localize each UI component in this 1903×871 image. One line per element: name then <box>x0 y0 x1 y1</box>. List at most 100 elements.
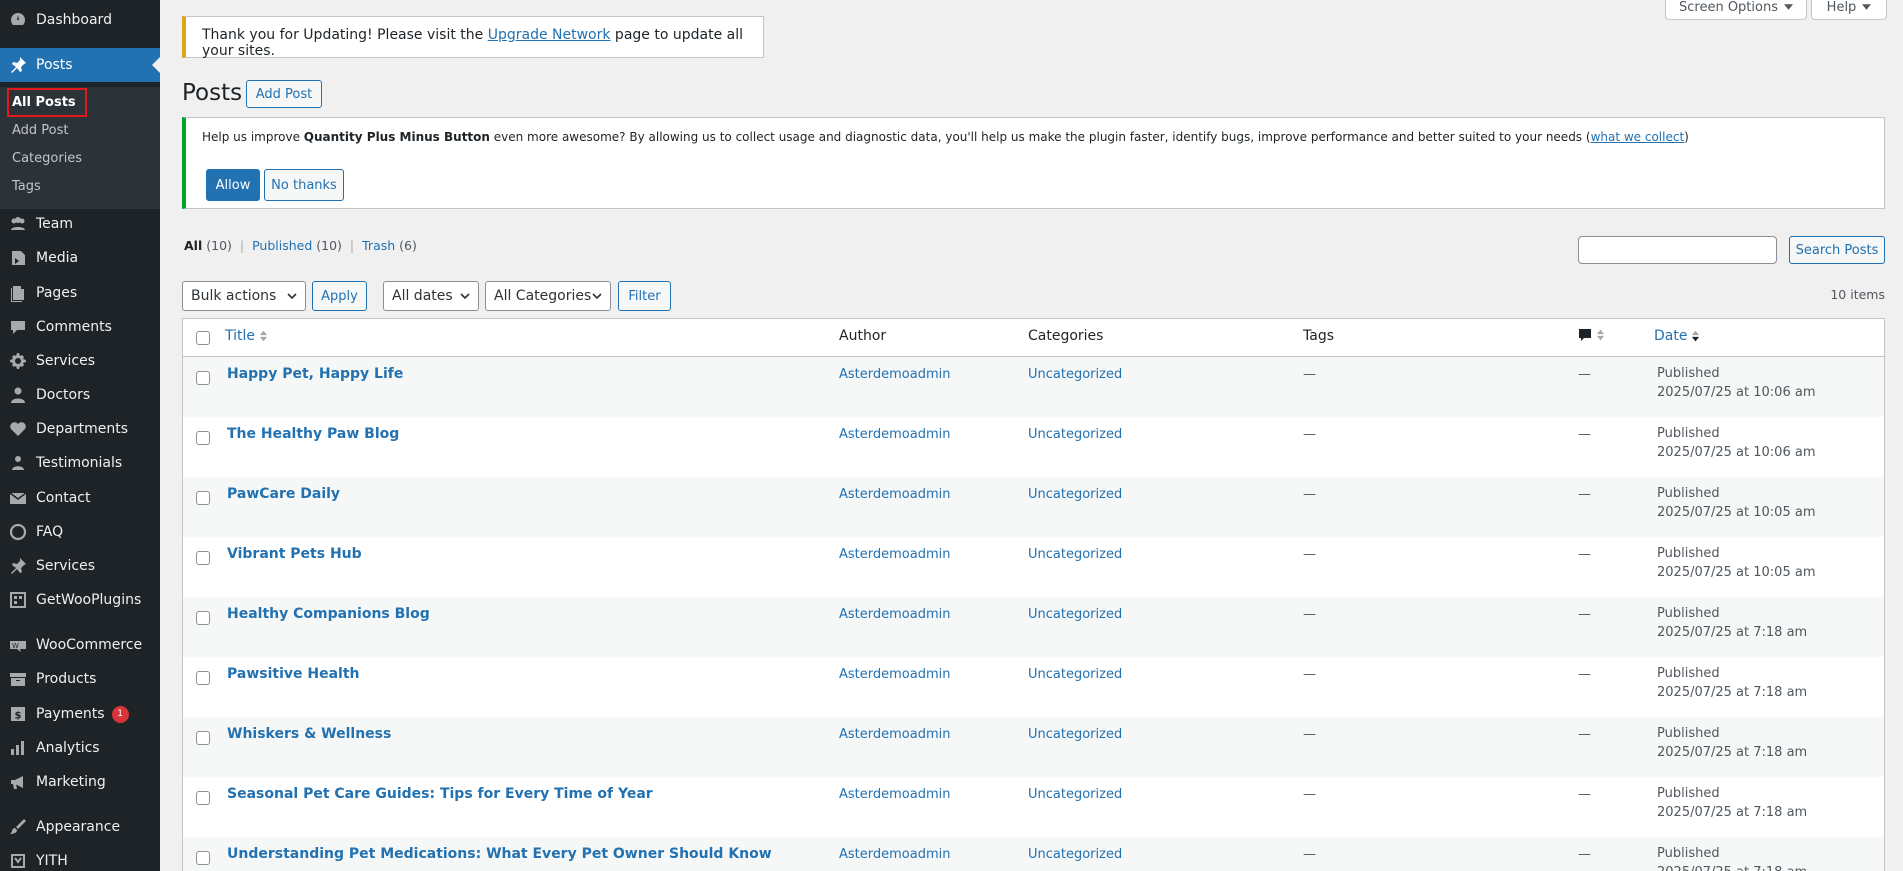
sidebar-item-appearance[interactable]: Appearance <box>0 810 160 844</box>
dates-select[interactable]: All dates <box>383 281 479 311</box>
comments-column-header[interactable] <box>1578 328 1605 342</box>
sidebar-item-contact[interactable]: Contact <box>0 481 160 515</box>
submenu-tags[interactable]: Tags <box>12 179 41 194</box>
sidebar-item-marketing[interactable]: Marketing <box>0 765 160 799</box>
row-checkbox[interactable] <box>196 611 210 625</box>
tags-value: — <box>1303 427 1316 442</box>
row-checkbox[interactable] <box>196 491 210 505</box>
sidebar-item-analytics[interactable]: Analytics <box>0 731 160 765</box>
categories-select[interactable]: All Categories <box>485 281 611 311</box>
sidebar-item-services[interactable]: Services <box>0 549 160 583</box>
post-title-link[interactable]: Happy Pet, Happy Life <box>227 366 403 382</box>
author-link[interactable]: Asterdemoadmin <box>839 607 950 622</box>
row-checkbox[interactable] <box>196 551 210 565</box>
author-link[interactable]: Asterdemoadmin <box>839 787 950 802</box>
tags-column-header: Tags <box>1303 328 1334 344</box>
post-date: 2025/07/25 at 7:18 am <box>1657 685 1808 700</box>
sidebar-item-team[interactable]: Team <box>0 207 160 241</box>
tags-value: — <box>1303 487 1316 502</box>
category-link[interactable]: Uncategorized <box>1028 427 1122 442</box>
table-row: Vibrant Pets Hub Asterdemoadmin Uncategori… <box>183 537 1884 597</box>
search-input[interactable] <box>1578 236 1777 264</box>
post-date: 2025/07/25 at 7:18 am <box>1657 745 1808 760</box>
filter-trash-link[interactable]: Trash <box>362 238 395 253</box>
table-row: Healthy Companions Blog Asterdemoadmin Unc… <box>183 597 1884 657</box>
sidebar-item-doctors[interactable]: Doctors <box>0 378 160 412</box>
email-icon <box>0 489 36 507</box>
author-link[interactable]: Asterdemoadmin <box>839 487 950 502</box>
category-link[interactable]: Uncategorized <box>1028 547 1122 562</box>
bulk-actions-select[interactable]: Bulk actions <box>182 281 306 311</box>
post-title-link[interactable]: The Healthy Paw Blog <box>227 426 399 442</box>
sidebar-item-services[interactable]: Services <box>0 344 160 378</box>
category-link[interactable]: Uncategorized <box>1028 727 1122 742</box>
status-filter-links: All (10) | Published (10) | Trash (6) <box>184 238 417 253</box>
sidebar-item-products[interactable]: Products <box>0 662 160 696</box>
help-button[interactable]: Help <box>1811 0 1887 20</box>
sidebar-item-yith[interactable]: YITH <box>0 844 160 871</box>
add-post-button[interactable]: Add Post <box>246 80 322 108</box>
sidebar-item-media[interactable]: Media <box>0 241 160 275</box>
screen-options-button[interactable]: Screen Options <box>1665 0 1807 20</box>
author-link[interactable]: Asterdemoadmin <box>839 667 950 682</box>
sidebar-item-posts[interactable]: Posts <box>0 48 160 82</box>
what-we-collect-link[interactable]: what we collect <box>1591 130 1685 144</box>
no-thanks-button[interactable]: No thanks <box>264 169 344 201</box>
title-column-header[interactable]: Title <box>225 328 268 344</box>
pin-icon <box>0 56 36 74</box>
sidebar-item-payments[interactable]: $ Payments 1 <box>0 697 160 731</box>
submenu-add-post[interactable]: Add Post <box>12 123 69 138</box>
category-link[interactable]: Uncategorized <box>1028 667 1122 682</box>
sidebar-item-pages[interactable]: Pages <box>0 276 160 310</box>
sidebar-item-dashboard[interactable]: Dashboard <box>0 3 160 37</box>
plugin-grid-icon <box>0 591 36 609</box>
sort-icon <box>1596 329 1605 341</box>
bar-chart-icon <box>0 739 36 757</box>
post-title-link[interactable]: Vibrant Pets Hub <box>227 546 362 562</box>
post-title-link[interactable]: PawCare Daily <box>227 486 340 502</box>
sidebar-item-faq[interactable]: FAQ <box>0 515 160 549</box>
sidebar-item-departments[interactable]: Departments <box>0 412 160 446</box>
author-link[interactable]: Asterdemoadmin <box>839 367 950 382</box>
author-link[interactable]: Asterdemoadmin <box>839 547 950 562</box>
row-checkbox[interactable] <box>196 371 210 385</box>
filter-published-link[interactable]: Published <box>252 238 312 253</box>
comments-value: — <box>1578 847 1591 862</box>
row-checkbox[interactable] <box>196 791 210 805</box>
post-status: Published <box>1657 546 1720 561</box>
sidebar-item-testimonials[interactable]: Testimonials <box>0 446 160 480</box>
category-link[interactable]: Uncategorized <box>1028 607 1122 622</box>
row-checkbox[interactable] <box>196 731 210 745</box>
category-link[interactable]: Uncategorized <box>1028 367 1122 382</box>
table-row: Understanding Pet Medications: What Ever… <box>183 837 1884 871</box>
filter-button[interactable]: Filter <box>618 281 671 311</box>
post-title-link[interactable]: Healthy Companions Blog <box>227 606 430 622</box>
upgrade-network-link[interactable]: Upgrade Network <box>488 27 611 43</box>
category-link[interactable]: Uncategorized <box>1028 847 1122 862</box>
submenu-categories[interactable]: Categories <box>12 151 82 166</box>
row-checkbox[interactable] <box>196 851 210 865</box>
author-link[interactable]: Asterdemoadmin <box>839 727 950 742</box>
allow-button[interactable]: Allow <box>206 169 260 201</box>
post-title-link[interactable]: Understanding Pet Medications: What Ever… <box>227 846 772 862</box>
select-all-checkbox[interactable] <box>196 331 210 345</box>
filter-all-link[interactable]: All <box>184 238 202 253</box>
row-checkbox[interactable] <box>196 431 210 445</box>
tags-value: — <box>1303 367 1316 382</box>
search-posts-button[interactable]: Search Posts <box>1789 236 1885 264</box>
post-title-link[interactable]: Whiskers & Wellness <box>227 726 391 742</box>
sidebar-item-woocommerce[interactable]: W WooCommerce <box>0 628 160 662</box>
date-column-header[interactable]: Date <box>1654 328 1700 344</box>
author-link[interactable]: Asterdemoadmin <box>839 847 950 862</box>
author-link[interactable]: Asterdemoadmin <box>839 427 950 442</box>
sidebar-item-comments[interactable]: Comments <box>0 310 160 344</box>
row-checkbox[interactable] <box>196 671 210 685</box>
post-title-link[interactable]: Pawsitive Health <box>227 666 360 682</box>
post-status: Published <box>1657 786 1720 801</box>
post-title-link[interactable]: Seasonal Pet Care Guides: Tips for Every… <box>227 786 653 802</box>
apply-button[interactable]: Apply <box>312 281 367 311</box>
category-link[interactable]: Uncategorized <box>1028 487 1122 502</box>
category-link[interactable]: Uncategorized <box>1028 787 1122 802</box>
sidebar-item-getwooplugins[interactable]: GetWooPlugins <box>0 583 160 617</box>
post-status: Published <box>1657 726 1720 741</box>
